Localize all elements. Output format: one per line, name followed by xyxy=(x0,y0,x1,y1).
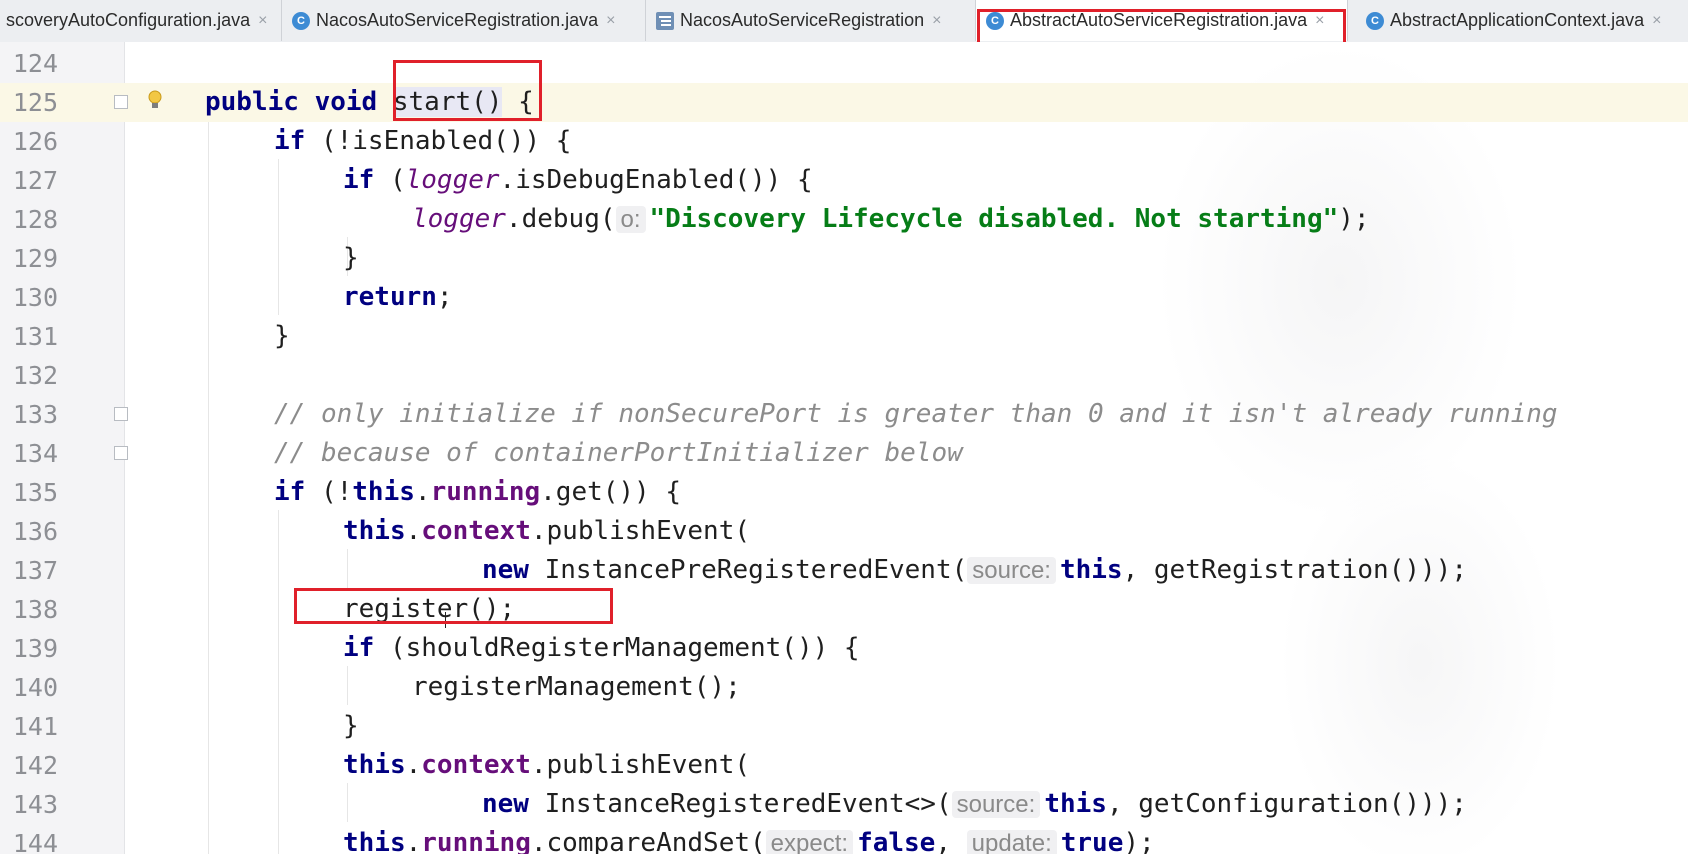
tab-abstract-auto-service-registration[interactable]: C AbstractAutoServiceRegistration.java × xyxy=(976,0,1348,41)
parameter-hint: source: xyxy=(967,557,1056,584)
close-icon[interactable]: × xyxy=(1315,12,1324,30)
code-line: 130 return; xyxy=(0,278,1688,317)
class-icon: C xyxy=(1366,11,1384,30)
code-line: 138 register(); xyxy=(0,590,1688,629)
code-text: } xyxy=(343,243,359,273)
tab-label: AbstractApplicationContext.java xyxy=(1390,10,1645,30)
line-number: 141 xyxy=(12,712,58,741)
code-text: public void start() { xyxy=(205,87,534,117)
line-number: 140 xyxy=(12,673,58,702)
line-number: 131 xyxy=(12,322,58,351)
code-comment: // only initialize if nonSecurePort is g… xyxy=(274,399,1558,429)
code-line: 134 // because of containerPortInitializ… xyxy=(0,434,1688,473)
tab-discovery-auto-configuration[interactable]: scoveryAutoConfiguration.java × xyxy=(0,0,282,41)
lightbulb-icon[interactable] xyxy=(147,89,163,111)
fold-marker-icon[interactable] xyxy=(114,446,128,460)
line-number: 142 xyxy=(12,751,58,780)
code-line: 141 } xyxy=(0,707,1688,746)
class-icon: C xyxy=(986,11,1004,30)
code-line: 140 registerManagement(); xyxy=(0,668,1688,707)
code-text: registerManagement(); xyxy=(412,672,741,702)
code-line: 143 new InstanceRegisteredEvent<>(source… xyxy=(0,785,1688,824)
code-text: this.running.compareAndSet(expect: false,… xyxy=(343,824,1155,854)
code-line: 131 } xyxy=(0,317,1688,356)
line-number: 138 xyxy=(12,595,58,624)
fold-marker-icon[interactable] xyxy=(114,407,128,421)
fold-marker-icon[interactable] xyxy=(114,95,128,109)
code-line: 129 } xyxy=(0,239,1688,278)
code-text: if (!isEnabled()) { xyxy=(274,126,572,156)
tab-label: NacosAutoServiceRegistration xyxy=(680,10,925,30)
line-number: 137 xyxy=(12,556,58,585)
code-line: 135 if (!this.running.get()) { xyxy=(0,473,1688,512)
code-line-current: 125 public void start() { xyxy=(0,83,1688,122)
class-icon: C xyxy=(292,11,310,30)
line-number: 125 xyxy=(12,88,58,117)
code-line: 128 logger.debug(o: "Discovery Lifecycle … xyxy=(0,200,1688,239)
line-number: 130 xyxy=(12,283,58,312)
close-icon[interactable]: × xyxy=(606,12,615,30)
close-icon[interactable]: × xyxy=(932,12,941,30)
code-text: return; xyxy=(343,282,453,312)
code-text: new InstanceRegisteredEvent<>(source: thi… xyxy=(482,789,1467,819)
code-line: 133 // only initialize if nonSecurePort … xyxy=(0,395,1688,434)
line-number: 126 xyxy=(12,127,58,156)
line-number: 133 xyxy=(12,400,58,429)
code-line: 139 if (shouldRegisterManagement()) { xyxy=(0,629,1688,668)
code-line: 126 if (!isEnabled()) { xyxy=(0,122,1688,161)
tab-label: NacosAutoServiceRegistration.java xyxy=(316,10,599,30)
line-number: 135 xyxy=(12,478,58,507)
parameter-hint: expect: xyxy=(765,830,854,854)
structure-icon xyxy=(656,11,674,30)
code-text: } xyxy=(343,711,359,741)
editor-tab-bar: scoveryAutoConfiguration.java × C NacosA… xyxy=(0,0,1688,43)
code-line: 144 this.running.compareAndSet(expect: fa… xyxy=(0,824,1688,854)
code-line: 136 this.context.publishEvent( xyxy=(0,512,1688,551)
close-icon[interactable]: × xyxy=(1652,12,1661,30)
code-comment: // because of containerPortInitializer b… xyxy=(274,438,963,468)
line-number: 128 xyxy=(12,205,58,234)
code-line: 124 xyxy=(0,44,1688,83)
close-icon[interactable]: × xyxy=(258,12,267,30)
parameter-hint: o: xyxy=(615,206,646,233)
code-text: this.context.publishEvent( xyxy=(343,750,751,780)
register-call: register(); xyxy=(343,594,516,624)
tab-label: AbstractAutoServiceRegistration.java xyxy=(1010,10,1308,30)
tab-abstract-application-context[interactable]: C AbstractApplicationContext.java × xyxy=(1356,0,1688,41)
parameter-hint: update: xyxy=(966,830,1057,854)
line-number: 132 xyxy=(12,361,58,390)
code-editor[interactable]: 124 125 public void start() { 126 if (!i… xyxy=(0,42,1688,854)
code-line: 142 this.context.publishEvent( xyxy=(0,746,1688,785)
code-line: 132 xyxy=(0,356,1688,395)
line-number: 139 xyxy=(12,634,58,663)
tab-label: scoveryAutoConfiguration.java xyxy=(6,10,251,30)
code-text: new InstancePreRegisteredEvent(source: th… xyxy=(482,555,1467,585)
code-text: if (shouldRegisterManagement()) { xyxy=(343,633,860,663)
line-number: 134 xyxy=(12,439,58,468)
line-number: 129 xyxy=(12,244,58,273)
parameter-hint: source: xyxy=(951,791,1041,818)
tab-nacos-auto-service-registration-java[interactable]: C NacosAutoServiceRegistration.java × xyxy=(282,0,646,41)
line-number: 144 xyxy=(12,829,58,854)
code-text: if (!this.running.get()) { xyxy=(274,477,682,507)
line-number: 136 xyxy=(12,517,58,546)
code-text: if (logger.isDebugEnabled()) { xyxy=(343,165,813,195)
code-text: logger.debug(o: "Discovery Lifecycle disa… xyxy=(412,204,1370,234)
code-text: } xyxy=(274,321,290,351)
line-number: 127 xyxy=(12,166,58,195)
line-number: 143 xyxy=(12,790,58,819)
start-method-name: start() xyxy=(392,87,503,117)
code-line: 137 new InstancePreRegisteredEvent(sourc… xyxy=(0,551,1688,590)
text-cursor xyxy=(445,612,446,628)
code-text: this.context.publishEvent( xyxy=(343,516,751,546)
tab-nacos-auto-service-registration-structure[interactable]: NacosAutoServiceRegistration × xyxy=(646,0,976,41)
line-number: 124 xyxy=(12,49,58,78)
code-line: 127 if (logger.isDebugEnabled()) { xyxy=(0,161,1688,200)
